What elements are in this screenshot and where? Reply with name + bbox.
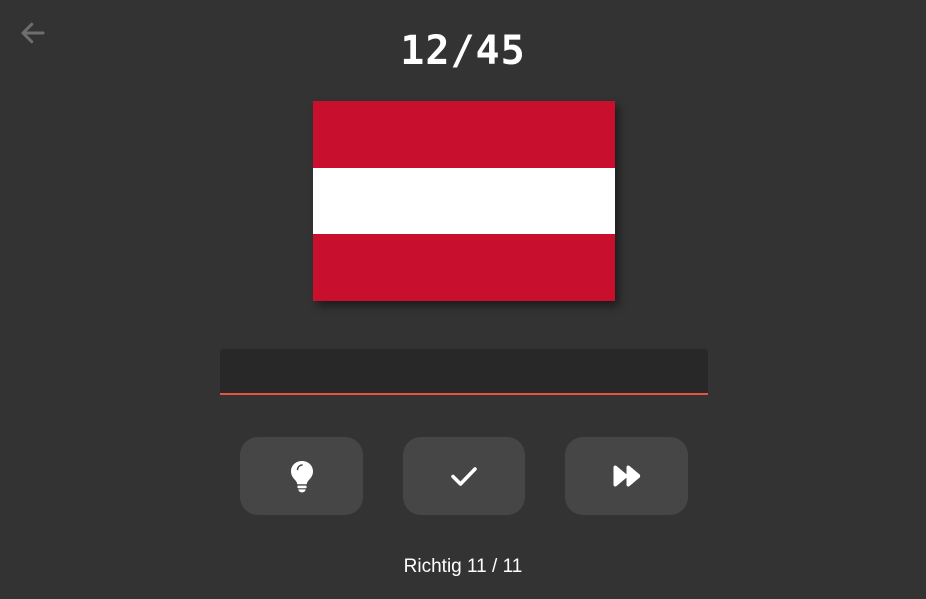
lightbulb-icon	[290, 461, 313, 493]
skip-button[interactable]	[565, 437, 688, 515]
flag-stripe-bottom	[313, 234, 615, 302]
check-button[interactable]	[403, 437, 525, 515]
score-text: Richtig 11 / 11	[403, 556, 523, 577]
flag-image	[313, 101, 615, 302]
hint-button[interactable]	[240, 437, 363, 515]
checkmark-icon	[451, 467, 477, 486]
question-counter: 12/45	[400, 28, 526, 74]
flag-stripe-top	[313, 101, 615, 168]
quiz-page: 12/45 Richtig 11 / 11	[0, 0, 926, 599]
answer-input[interactable]	[220, 349, 708, 395]
flag-stripe-middle	[313, 167, 615, 235]
fast-forward-icon	[613, 465, 640, 487]
